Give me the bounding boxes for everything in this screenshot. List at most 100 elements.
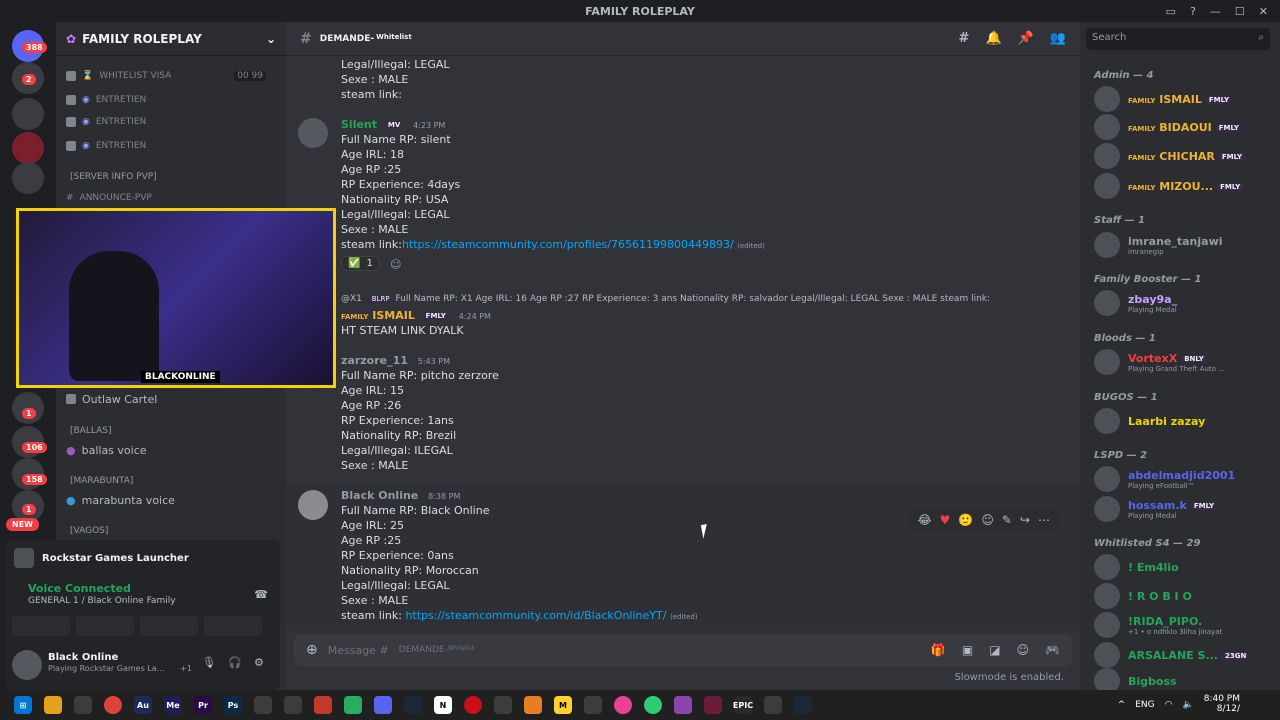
app-icon[interactable]	[764, 696, 782, 714]
apps-icon[interactable]: 🎮	[1045, 643, 1060, 657]
avatar[interactable]	[298, 490, 328, 520]
premiere-icon[interactable]: Pr	[194, 696, 212, 714]
server-icon[interactable]	[12, 162, 44, 194]
activity-row[interactable]: Rockstar Games Launcher	[14, 548, 189, 568]
server-header[interactable]: ✿ FAMILY ROLEPLAY ⌄	[56, 22, 286, 56]
heart-icon[interactable]: ♥	[940, 513, 951, 527]
bell-icon[interactable]: 🔔	[985, 31, 1001, 46]
message-composer[interactable]: ⊕ Message # DEMANDE- Whitelist 🎁 ▣ ◪ ☺ 🎮	[294, 634, 1072, 666]
app-icon[interactable]	[74, 696, 92, 714]
close-button[interactable]: ✕	[1259, 5, 1268, 18]
help-icon[interactable]: ?	[1190, 5, 1196, 18]
member-item[interactable]: imrane_tanjawi imranegip	[1094, 230, 1223, 260]
user-avatar[interactable]	[12, 650, 42, 680]
steam-link[interactable]: https://steamcommunity.com/id/BlackOnlin…	[405, 609, 666, 622]
app-icon[interactable]	[254, 696, 272, 714]
audition-icon[interactable]: Au	[134, 696, 152, 714]
app-icon[interactable]	[704, 696, 722, 714]
gift-icon[interactable]: 🎁	[931, 643, 946, 657]
category-ballas[interactable]: [BALLAS]	[70, 426, 270, 436]
miro-icon[interactable]: M	[554, 696, 572, 714]
reaction-check[interactable]: ✅ 1	[341, 256, 380, 271]
server-icon[interactable]	[12, 132, 44, 164]
add-reaction-icon[interactable]: ☺	[981, 513, 994, 527]
channel-item[interactable]: ◉ ENTRETIEN	[66, 112, 266, 132]
member-item[interactable]: Bigboss	[1094, 666, 1177, 690]
member-item[interactable]: ! Em4lio	[1094, 552, 1179, 582]
epic-icon[interactable]: EPIC	[733, 696, 753, 714]
app-icon[interactable]	[674, 696, 692, 714]
gif-icon[interactable]: ▣	[962, 643, 973, 657]
member-item[interactable]: !RIDA_PIPO. +1 • o ndhklo 3liha jinayat	[1094, 610, 1222, 640]
app-icon[interactable]	[314, 696, 332, 714]
avatar[interactable]	[298, 118, 328, 148]
laugh-icon[interactable]: 😂	[918, 513, 932, 527]
sticker-icon[interactable]: ◪	[989, 643, 1000, 657]
channel-outlaw-cartel[interactable]: Outlaw Cartel	[66, 389, 157, 409]
category-server-info[interactable]: [SERVER INFO PVP]	[70, 172, 270, 182]
member-item[interactable]: zbay9a_ Playing Medal	[1094, 288, 1177, 318]
member-item[interactable]: FAMILY ISMAIL FMLY	[1094, 84, 1233, 114]
camera-off-button[interactable]	[12, 616, 70, 636]
reply-preview[interactable]: @X1 BLRP Full Name RP: X1 Age IRL: 16 Ag…	[341, 294, 990, 304]
channel-announce[interactable]: # ANNOUNCE-PVP	[66, 188, 266, 208]
wifi-icon[interactable]: ◠	[1165, 700, 1173, 710]
member-item[interactable]: abdelmadjid2001 Playing eFootball™	[1094, 464, 1235, 494]
app-icon[interactable]	[614, 696, 632, 714]
edit-icon[interactable]: ✎	[1002, 513, 1012, 527]
app-icon[interactable]	[644, 696, 662, 714]
server-icon[interactable]	[12, 98, 44, 130]
photoshop-icon[interactable]: Ps	[224, 696, 242, 714]
settings-icon[interactable]: ⚙	[254, 656, 264, 669]
message-author[interactable]: Black Online 8:38 PM	[341, 489, 460, 502]
threads-icon[interactable]: #	[959, 31, 970, 46]
smile-icon[interactable]: 🙂	[958, 513, 973, 527]
disconnect-icon[interactable]: ☎	[254, 588, 268, 601]
app-icon[interactable]	[344, 696, 362, 714]
message-author[interactable]: Silent MV 4:23 PM	[341, 118, 445, 131]
app-icon[interactable]	[284, 696, 302, 714]
language-indicator[interactable]: ENG	[1135, 700, 1154, 710]
media-encoder-icon[interactable]: Me	[164, 696, 182, 714]
windows-start-icon[interactable]: ⊞	[14, 696, 32, 714]
members-icon[interactable]: 👥	[1050, 31, 1066, 46]
add-reaction-button[interactable]: ☺	[390, 258, 401, 271]
emoji-icon[interactable]: ☺	[1017, 643, 1030, 657]
inbox-icon[interactable]: ▭	[1166, 5, 1176, 18]
channel-marabunta-voice[interactable]: ● marabunta voice	[66, 490, 175, 510]
screen-share-button[interactable]	[76, 616, 134, 636]
clock[interactable]: 8:40 PM 8/12/	[1204, 694, 1240, 715]
app-icon[interactable]	[584, 696, 602, 714]
channel-item[interactable]: ◉ ENTRETIEN	[66, 90, 266, 110]
maximize-button[interactable]: ☐	[1235, 5, 1245, 18]
steam-icon[interactable]	[794, 696, 812, 714]
forward-icon[interactable]: ↪	[1020, 513, 1030, 527]
member-item[interactable]: FAMILY BIDAOUI FMLY	[1094, 112, 1242, 142]
soundboard-button[interactable]	[204, 616, 262, 636]
discord-icon[interactable]	[374, 696, 392, 714]
steam-icon[interactable]	[404, 696, 422, 714]
app-icon[interactable]	[524, 696, 542, 714]
steam-link[interactable]: https://steamcommunity.com/profiles/7656…	[402, 238, 734, 251]
voice-channel[interactable]: GENERAL 1 / Black Online Family	[28, 596, 176, 606]
headphones-icon[interactable]: 🎧	[228, 656, 242, 669]
member-item[interactable]: FAMILY CHICHAR FMLY	[1094, 141, 1246, 171]
more-icon[interactable]: ⋯	[1038, 513, 1050, 527]
pin-icon[interactable]: 📌	[1018, 31, 1034, 46]
category-vagos[interactable]: [VAGOS]	[70, 526, 270, 536]
message-author[interactable]: zarzore_11 5:43 PM	[341, 354, 450, 367]
member-item[interactable]: VortexX BNLY Playing Grand Theft Auto ...	[1094, 347, 1225, 377]
message-author[interactable]: FAMILY ISMAIL FMLY 4:24 PM	[341, 309, 491, 322]
opera-icon[interactable]	[464, 696, 482, 714]
member-item[interactable]: Laarbi zazay	[1094, 406, 1205, 436]
member-item[interactable]: FAMILY MIZOU... FMLY	[1094, 171, 1244, 201]
volume-icon[interactable]: 🔈	[1183, 700, 1194, 710]
category-marabunta[interactable]: [MARABUNTA]	[70, 476, 270, 486]
search-input[interactable]: Search ⌕	[1086, 28, 1270, 50]
file-explorer-icon[interactable]	[44, 696, 62, 714]
app-icon[interactable]	[494, 696, 512, 714]
activity-button[interactable]	[140, 616, 198, 636]
mic-icon[interactable]: 🎙	[202, 656, 216, 669]
channel-item[interactable]: ⌛ WHITELIST VISA 00 99	[66, 66, 266, 86]
chevron-up-icon[interactable]: ^	[1118, 700, 1126, 710]
